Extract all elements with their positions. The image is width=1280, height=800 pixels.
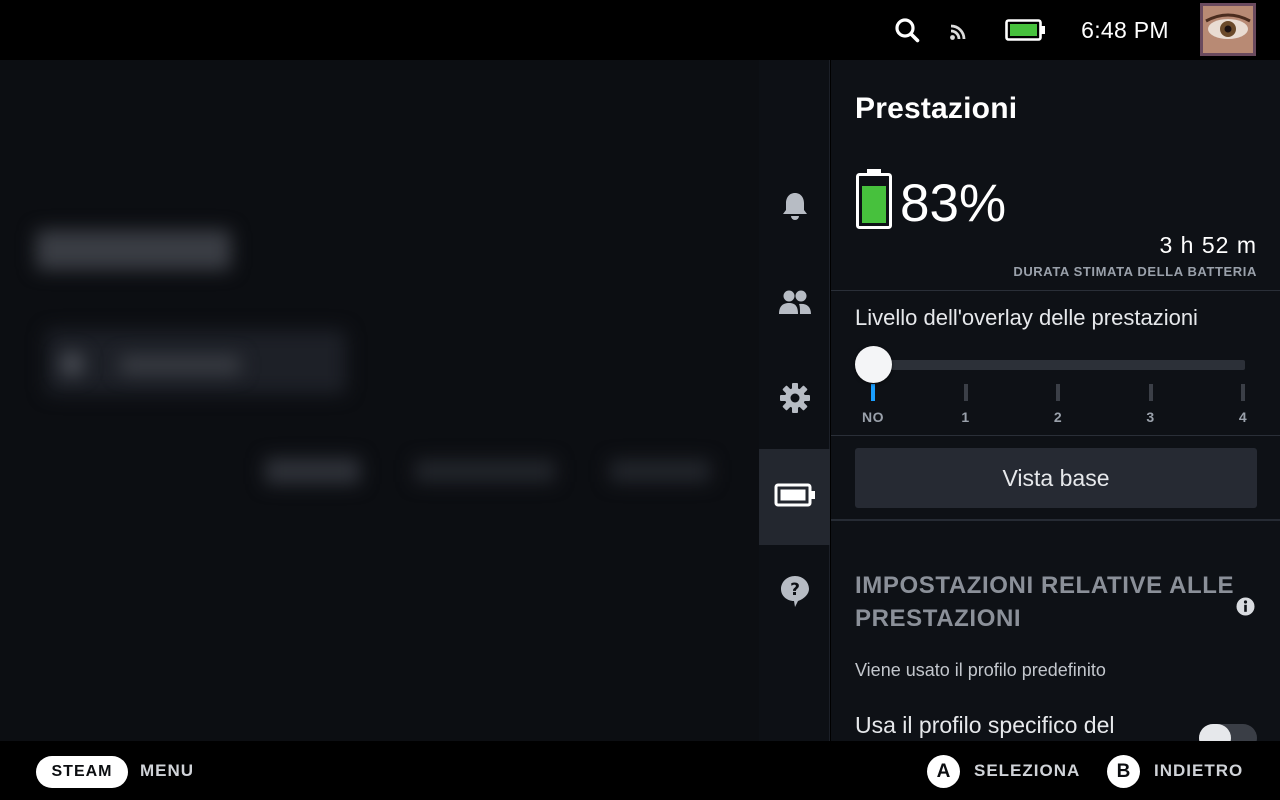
overlay-level-tick-label: NO: [862, 409, 884, 425]
gear-icon: [779, 382, 811, 419]
overlay-level-tick-label: 2: [1053, 409, 1063, 425]
divider: [831, 290, 1280, 291]
overlay-level-tick: [871, 384, 875, 401]
b-button-icon[interactable]: B: [1107, 755, 1140, 788]
info-icon[interactable]: [1236, 597, 1255, 621]
help-icon: ?: [779, 574, 811, 613]
friends-icon: [778, 287, 812, 322]
overlay-level-tick: [1148, 384, 1153, 401]
divider: [831, 519, 1280, 521]
cast-icon: [944, 0, 976, 60]
rail-item-notifications[interactable]: [759, 160, 830, 256]
svg-text:?: ?: [790, 580, 800, 600]
rail-item-performance[interactable]: [759, 449, 830, 545]
overlay-level-tick: [1241, 384, 1245, 401]
menu-label: MENU: [140, 761, 195, 780]
battery-level-icon: [855, 167, 893, 236]
battery-remaining-time: 3 h 52 m: [1159, 232, 1257, 258]
battery-remaining-label: DURATA STIMATA DELLA BATTERIA: [1013, 264, 1257, 279]
overlay-level-tick-label: 4: [1238, 409, 1248, 425]
footer-bar: STEAM MENU A SELEZIONA B INDIETRO: [0, 741, 1280, 800]
back-label: INDIETRO: [1154, 761, 1244, 780]
battery-icon: [774, 481, 816, 514]
rail-item-settings[interactable]: [759, 352, 830, 448]
overlay-level-tick: [963, 384, 968, 401]
battery-percent: 83%: [900, 174, 1007, 233]
clock: 6:48 PM: [1081, 17, 1169, 43]
game-profile-label: Usa il profilo specifico del: [855, 712, 1115, 738]
overlay-level-tick-label: 1: [961, 409, 970, 425]
game-profile-toggle[interactable]: [1199, 724, 1257, 741]
panel-title: Prestazioni: [855, 92, 1018, 125]
rail-item-help[interactable]: ?: [759, 545, 830, 641]
status-bar: 6:48 PM: [0, 0, 1280, 60]
a-button-icon[interactable]: A: [927, 755, 960, 788]
overlay-level-label: Livello dell'overlay delle prestazioni: [855, 305, 1198, 330]
divider: [831, 435, 1280, 436]
overlay-level-slider-handle[interactable]: [854, 346, 892, 383]
avatar[interactable]: [1200, 3, 1256, 56]
background-content: [0, 60, 759, 741]
profile-note: Viene usato il profilo predefinito: [855, 660, 1106, 680]
overlay-level-slider[interactable]: [873, 360, 1245, 370]
basic-view-button[interactable]: Vista base: [855, 448, 1257, 508]
performance-panel: Prestazioni 83% 3 h 52 m DURATA STIMATA …: [831, 60, 1280, 741]
battery-icon: [1004, 0, 1048, 60]
search-icon[interactable]: [890, 0, 924, 60]
quick-access-rail: ?: [759, 60, 830, 741]
bell-icon: [780, 190, 810, 227]
rail-item-friends[interactable]: [759, 256, 830, 352]
select-label: SELEZIONA: [974, 761, 1081, 780]
overlay-level-tick-label: 3: [1146, 409, 1155, 425]
performance-settings-title: IMPOSTAZIONI RELATIVE ALLE PRESTAZIONI: [855, 572, 1235, 632]
toggle-knob: [1199, 724, 1231, 741]
steam-button[interactable]: STEAM: [36, 756, 128, 788]
overlay-level-tick: [1056, 384, 1060, 401]
